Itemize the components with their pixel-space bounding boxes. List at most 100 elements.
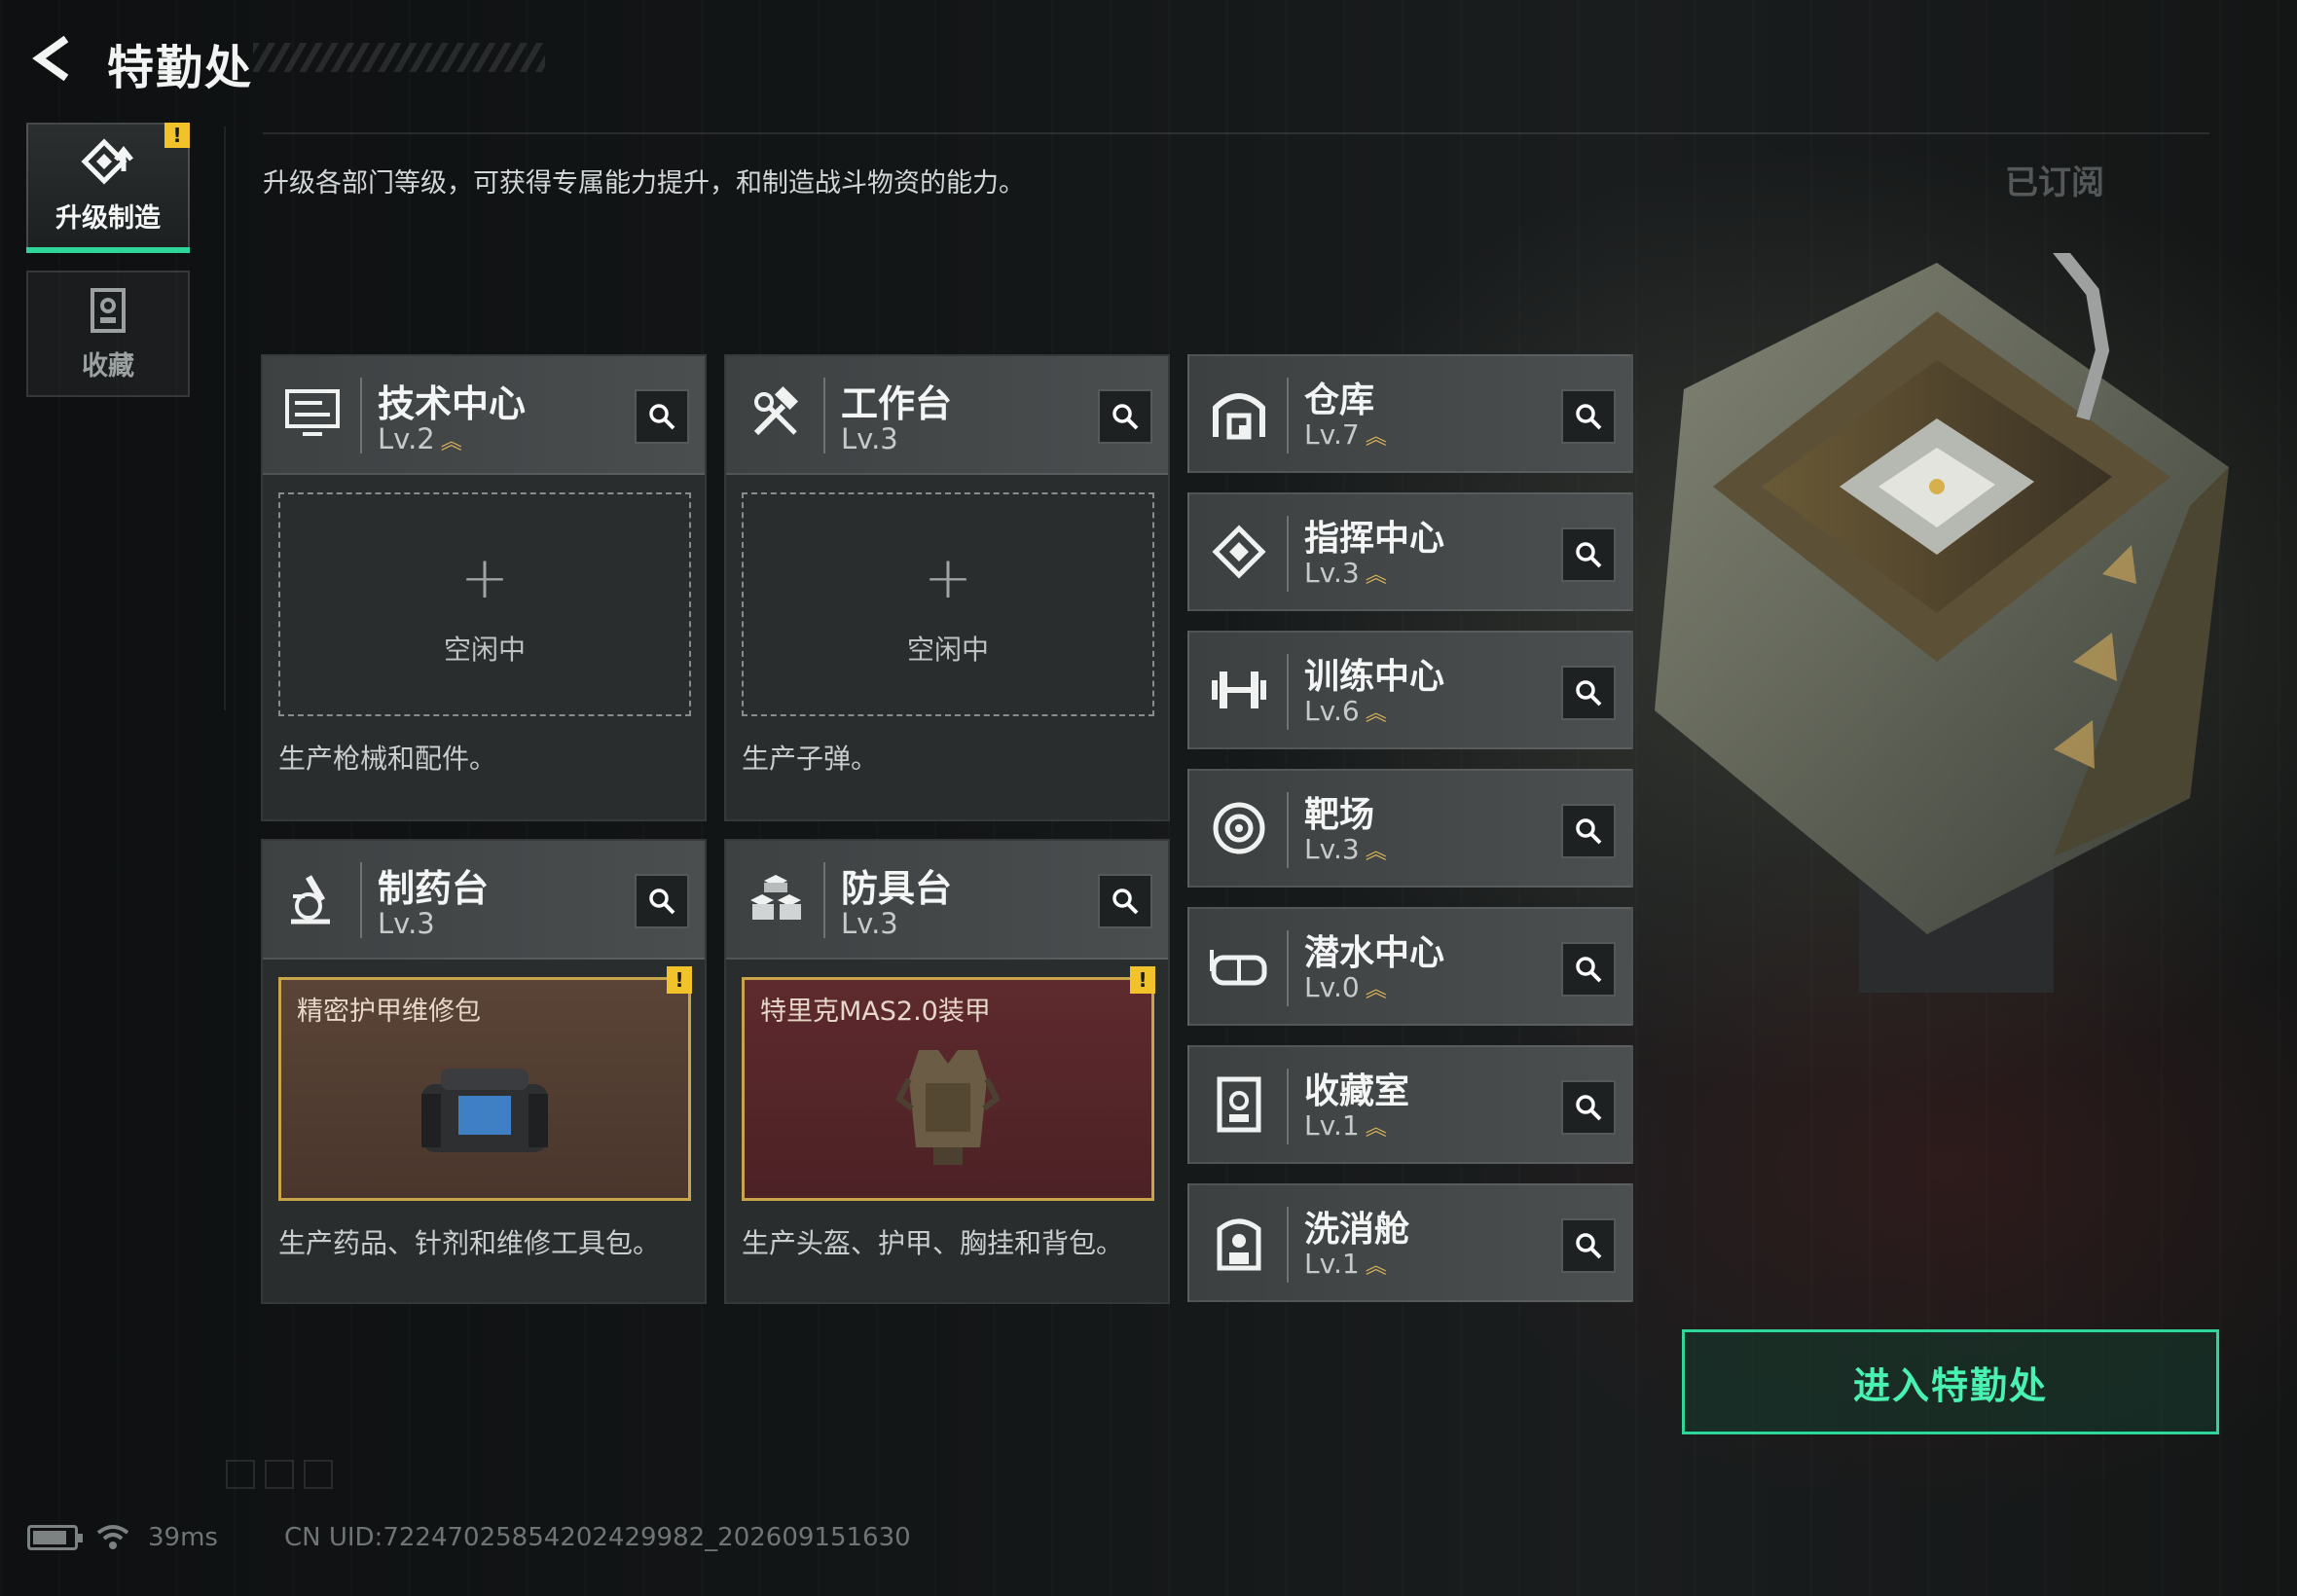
upgrade-chevron-icon: ︽ [1365, 563, 1387, 588]
search-icon [1112, 889, 1139, 915]
header-separator [823, 862, 825, 938]
search-button[interactable] [1098, 874, 1152, 928]
search-button[interactable] [1561, 1080, 1616, 1135]
facility-name: 工作台 [841, 382, 953, 425]
facility-name: 制药台 [378, 867, 490, 910]
facility-description: 生产子弹。 [742, 743, 879, 775]
search-button[interactable] [1561, 527, 1616, 582]
facility-diving-center[interactable]: 潜水中心 Lv.0 ︽ [1187, 907, 1633, 1026]
header-separator [823, 378, 825, 453]
footer-decoration [226, 1460, 333, 1489]
upgrade-diamond-icon [81, 137, 133, 185]
user-uid: CN UID:7224702585420242998​2_20260915163… [283, 1523, 911, 1552]
production-slot-idle[interactable]: + 空闲中 [742, 492, 1154, 716]
search-button[interactable] [1098, 389, 1152, 444]
facility-level: Lv.1 ︽ [1304, 1109, 1387, 1142]
collection-icon [91, 287, 126, 333]
production-slot-idle[interactable]: + 空闲中 [278, 492, 691, 716]
search-button[interactable] [635, 389, 689, 444]
tab-collection-label: 收藏 [82, 350, 134, 381]
facility-name: 收藏室 [1304, 1071, 1410, 1111]
search-button[interactable] [1561, 666, 1616, 720]
ping-value: 39ms [148, 1523, 218, 1552]
monitor-icon [278, 380, 346, 448]
facility-level: Lv.1 ︽ [1304, 1248, 1387, 1280]
card-header: 工作台 Lv.3 [726, 356, 1168, 475]
search-button[interactable] [1561, 1218, 1616, 1273]
facility-shooting-range[interactable]: 靶场 Lv.3 ︽ [1187, 769, 1633, 888]
production-slot-item[interactable]: 特里克MAS2.0装甲 ! [742, 966, 1155, 1201]
wifi-icon [96, 1525, 129, 1549]
item-warning-badge: ! [1130, 966, 1155, 994]
facility-description: 生产药品、针剂和维修工具包。 [278, 1227, 661, 1259]
back-arrow-icon[interactable] [27, 31, 82, 86]
search-button[interactable] [1561, 804, 1616, 858]
facility-name: 靶场 [1304, 795, 1375, 835]
search-icon [649, 889, 675, 915]
facility-description: 生产头盔、护甲、胸挂和背包。 [742, 1227, 1124, 1259]
facility-name: 防具台 [841, 867, 953, 910]
armor-boxes-icon [742, 864, 810, 932]
warehouse-icon [1205, 380, 1273, 448]
header-separator [1287, 1207, 1289, 1283]
facility-level: Lv.6 ︽ [1304, 695, 1387, 727]
search-button[interactable] [635, 874, 689, 928]
search-button[interactable] [1561, 389, 1616, 444]
production-card-workbench[interactable]: 工作台 Lv.3 + 空闲中 生产子弹。 [724, 354, 1170, 821]
search-button[interactable] [1561, 942, 1616, 997]
production-card-pharmacy[interactable]: 制药台 Lv.3 精密护甲维修包 ! 生产药品、针剂和维修工具包。 [261, 839, 707, 1304]
facility-training-center[interactable]: 训练中心 Lv.6 ︽ [1187, 631, 1633, 749]
facility-command-center[interactable]: 指挥中心 Lv.3 ︽ [1187, 492, 1633, 611]
facility-warehouse[interactable]: 仓库 Lv.7 ︽ [1187, 354, 1633, 473]
facility-name: 技术中心 [378, 382, 527, 425]
target-icon [1205, 794, 1273, 862]
facility-name: 训练中心 [1304, 657, 1445, 697]
facility-decontamination[interactable]: 洗消舱 Lv.1 ︽ [1187, 1183, 1633, 1302]
facility-level: Lv.3 ︽ [1304, 833, 1387, 865]
facility-name: 仓库 [1304, 381, 1375, 420]
subscribed-label: 已订阅 [2005, 163, 2104, 202]
item-warning-badge: ! [667, 966, 692, 994]
card-header: 制药台 Lv.3 [263, 841, 705, 960]
collection-room-icon [1205, 1070, 1273, 1139]
battery-icon [27, 1525, 83, 1550]
header-divider [263, 132, 2209, 134]
item-name: 精密护甲维修包 [297, 997, 481, 1027]
header-separator [1287, 378, 1289, 453]
enter-special-ops-button[interactable]: 进入特勤处 [1682, 1329, 2219, 1434]
facility-level: Lv.3 ︽ [1304, 557, 1387, 589]
header-separator [1287, 930, 1289, 1006]
facility-level: Lv.7 ︽ [1304, 418, 1387, 451]
status-bar: 39ms CN UID:7224702585420242998​2_202609… [27, 1518, 911, 1557]
upgrade-chevron-icon: ︽ [1365, 840, 1387, 864]
search-icon [1576, 542, 1602, 568]
upgrade-chevron-icon: ︽ [1365, 425, 1387, 450]
production-card-tech-center[interactable]: 技术中心 Lv.2 ︽ + 空闲中 生产枪械和配件。 [261, 354, 707, 821]
repair-kit-image [281, 1031, 688, 1186]
card-header: 技术中心 Lv.2 ︽ [263, 356, 705, 475]
search-icon [1576, 818, 1602, 845]
header-separator [1287, 654, 1289, 730]
facility-name: 指挥中心 [1304, 519, 1445, 559]
search-icon [1576, 1233, 1602, 1259]
add-icon: + [923, 544, 973, 612]
facility-description: 生产枪械和配件。 [278, 743, 497, 775]
facility-level: Lv.3 [841, 907, 898, 940]
tab-upgrade-craft[interactable]: 升级制造 ! [26, 123, 190, 253]
title-decoration [253, 43, 545, 72]
tab-collection[interactable]: 收藏 [26, 271, 190, 397]
production-card-armor-bench[interactable]: 防具台 Lv.3 特里克MAS2.0装甲 ! 生产头盔、护甲、胸挂和背包。 [724, 839, 1170, 1304]
microscope-icon [278, 864, 346, 932]
tab-upgrade-craft-label: 升级制造 [55, 202, 161, 234]
tab-warning-badge: ! [164, 123, 190, 148]
card-header: 防具台 Lv.3 [726, 841, 1168, 960]
search-icon [1112, 404, 1139, 430]
header-separator [1287, 792, 1289, 868]
facility-collection-room[interactable]: 收藏室 Lv.1 ︽ [1187, 1045, 1633, 1164]
slot-status: 空闲中 [443, 634, 526, 666]
facility-name: 洗消舱 [1304, 1210, 1410, 1250]
search-icon [1576, 1095, 1602, 1121]
facility-level: Lv.2 ︽ [378, 422, 462, 455]
header-separator [1287, 1069, 1289, 1144]
production-slot-item[interactable]: 精密护甲维修包 ! [278, 966, 692, 1201]
